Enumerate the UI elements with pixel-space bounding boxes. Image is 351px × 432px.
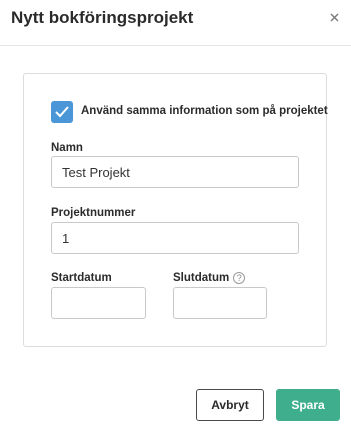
project-number-input[interactable] [51,222,299,254]
start-date-label: Startdatum [51,272,112,284]
help-icon[interactable]: ? [233,272,246,284]
project-number-label: Projektnummer [51,207,136,219]
end-date-label: Slutdatum [173,272,230,284]
end-date-input[interactable] [173,287,267,319]
dialog-header: Nytt bokföringsprojekt [0,0,351,46]
close-icon[interactable] [328,11,342,25]
start-date-input[interactable] [51,287,146,319]
project-form-panel: Använd samma information som på projekte… [23,73,328,347]
same-info-label: Använd samma information som på projekte… [81,105,328,117]
name-input[interactable] [51,156,299,188]
same-info-checkbox[interactable] [51,101,73,123]
end-date-label-group: Slutdatum? [173,271,246,285]
dialog-title: Nytt bokföringsprojekt [11,8,194,27]
cancel-button[interactable]: Avbryt [196,389,264,421]
name-label: Namn [51,142,83,154]
checkmark-icon [55,106,69,118]
save-button[interactable]: Spara [276,389,340,421]
